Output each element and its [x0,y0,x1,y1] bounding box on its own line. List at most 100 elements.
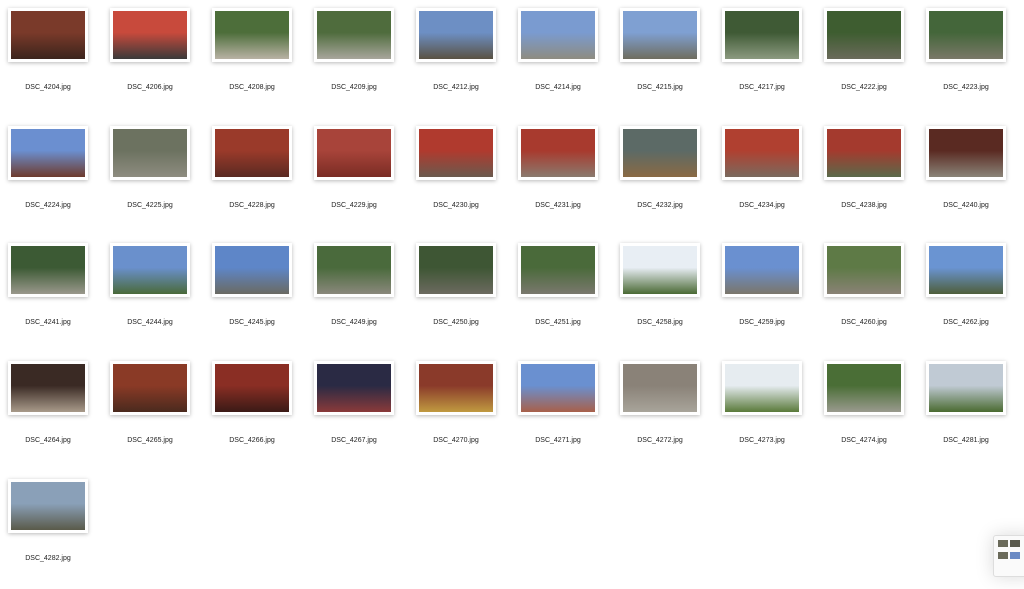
file-item[interactable]: DSC_4251.jpg [510,235,612,353]
file-name[interactable]: DSC_4245.jpg [204,319,300,326]
image-thumbnail[interactable] [8,361,88,416]
image-thumbnail[interactable] [926,125,1006,180]
file-name[interactable]: DSC_4270.jpg [408,437,504,444]
file-item[interactable]: DSC_4250.jpg [408,235,510,353]
image-thumbnail[interactable] [620,8,700,62]
image-thumbnail[interactable] [620,125,700,180]
file-name[interactable]: DSC_4212.jpg [408,84,504,91]
file-item[interactable]: DSC_4267.jpg [306,353,408,471]
file-item[interactable]: DSC_4245.jpg [204,235,306,353]
image-thumbnail[interactable] [926,243,1006,298]
file-name[interactable]: DSC_4241.jpg [0,319,96,326]
file-item[interactable]: DSC_4270.jpg [408,353,510,471]
file-item[interactable]: DSC_4281.jpg [918,353,1020,471]
file-name[interactable]: DSC_4232.jpg [612,202,708,209]
file-item[interactable]: DSC_4223.jpg [918,0,1020,118]
file-name[interactable]: DSC_4240.jpg [918,202,1014,209]
image-thumbnail[interactable] [518,125,598,180]
image-thumbnail[interactable] [212,243,292,298]
file-name[interactable]: DSC_4258.jpg [612,319,708,326]
file-name[interactable]: DSC_4265.jpg [102,437,198,444]
file-name[interactable]: DSC_4214.jpg [510,84,606,91]
image-thumbnail[interactable] [416,125,496,180]
file-name[interactable]: DSC_4282.jpg [0,555,96,562]
image-thumbnail[interactable] [518,361,598,416]
file-name[interactable]: DSC_4230.jpg [408,202,504,209]
image-thumbnail[interactable] [824,125,904,180]
file-item[interactable]: DSC_4272.jpg [612,353,714,471]
file-name[interactable]: DSC_4281.jpg [918,437,1014,444]
image-thumbnail[interactable] [212,125,292,180]
file-name[interactable]: DSC_4229.jpg [306,202,402,209]
image-thumbnail[interactable] [926,361,1006,416]
file-name[interactable]: DSC_4264.jpg [0,437,96,444]
file-item[interactable]: DSC_4206.jpg [102,0,204,118]
image-thumbnail[interactable] [620,361,700,416]
image-thumbnail[interactable] [212,8,292,62]
file-name[interactable]: DSC_4224.jpg [0,202,96,209]
file-item[interactable]: DSC_4273.jpg [714,353,816,471]
image-thumbnail[interactable] [8,8,88,62]
file-name[interactable]: DSC_4215.jpg [612,84,708,91]
image-thumbnail[interactable] [110,125,190,180]
file-name[interactable]: DSC_4251.jpg [510,319,606,326]
file-item[interactable]: DSC_4217.jpg [714,0,816,118]
file-name[interactable]: DSC_4249.jpg [306,319,402,326]
file-item[interactable]: DSC_4282.jpg [0,471,102,589]
image-thumbnail[interactable] [824,361,904,416]
file-item[interactable]: DSC_4240.jpg [918,118,1020,236]
image-thumbnail[interactable] [722,361,802,416]
file-item[interactable]: DSC_4225.jpg [102,118,204,236]
image-thumbnail[interactable] [620,243,700,298]
file-item[interactable]: DSC_4265.jpg [102,353,204,471]
file-item[interactable]: DSC_4238.jpg [816,118,918,236]
file-item[interactable]: DSC_4229.jpg [306,118,408,236]
image-thumbnail[interactable] [110,243,190,298]
file-item[interactable]: DSC_4222.jpg [816,0,918,118]
file-item[interactable]: DSC_4231.jpg [510,118,612,236]
file-name[interactable]: DSC_4204.jpg [0,84,96,91]
image-thumbnail[interactable] [314,361,394,416]
image-thumbnail[interactable] [722,8,802,62]
image-thumbnail[interactable] [926,8,1006,62]
file-item[interactable]: DSC_4214.jpg [510,0,612,118]
image-thumbnail[interactable] [110,8,190,62]
image-thumbnail[interactable] [416,243,496,298]
image-thumbnail[interactable] [8,243,88,298]
file-name[interactable]: DSC_4262.jpg [918,319,1014,326]
file-name[interactable]: DSC_4228.jpg [204,202,300,209]
file-name[interactable]: DSC_4260.jpg [816,319,912,326]
file-item[interactable]: DSC_4259.jpg [714,235,816,353]
file-name[interactable]: DSC_4272.jpg [612,437,708,444]
file-item[interactable]: DSC_4230.jpg [408,118,510,236]
image-thumbnail[interactable] [416,8,496,62]
file-name[interactable]: DSC_4225.jpg [102,202,198,209]
file-item[interactable]: DSC_4274.jpg [816,353,918,471]
file-item[interactable]: DSC_4228.jpg [204,118,306,236]
file-item[interactable]: DSC_4260.jpg [816,235,918,353]
file-name[interactable]: DSC_4273.jpg [714,437,810,444]
image-thumbnail[interactable] [824,243,904,298]
image-thumbnail[interactable] [722,125,802,180]
file-name[interactable]: DSC_4209.jpg [306,84,402,91]
file-item[interactable]: DSC_4244.jpg [102,235,204,353]
file-name[interactable]: DSC_4266.jpg [204,437,300,444]
image-thumbnail[interactable] [314,8,394,62]
image-thumbnail[interactable] [8,125,88,180]
file-name[interactable]: DSC_4244.jpg [102,319,198,326]
file-item[interactable]: DSC_4224.jpg [0,118,102,236]
image-thumbnail[interactable] [824,8,904,62]
file-item[interactable]: DSC_4266.jpg [204,353,306,471]
file-name[interactable]: DSC_4271.jpg [510,437,606,444]
file-name[interactable]: DSC_4231.jpg [510,202,606,209]
file-item[interactable]: DSC_4212.jpg [408,0,510,118]
file-item[interactable]: DSC_4258.jpg [612,235,714,353]
file-name[interactable]: DSC_4222.jpg [816,84,912,91]
file-name[interactable]: DSC_4217.jpg [714,84,810,91]
file-item[interactable]: DSC_4271.jpg [510,353,612,471]
image-thumbnail[interactable] [110,361,190,416]
image-thumbnail[interactable] [314,125,394,180]
image-thumbnail[interactable] [212,361,292,416]
file-name[interactable]: DSC_4223.jpg [918,84,1014,91]
file-name[interactable]: DSC_4208.jpg [204,84,300,91]
